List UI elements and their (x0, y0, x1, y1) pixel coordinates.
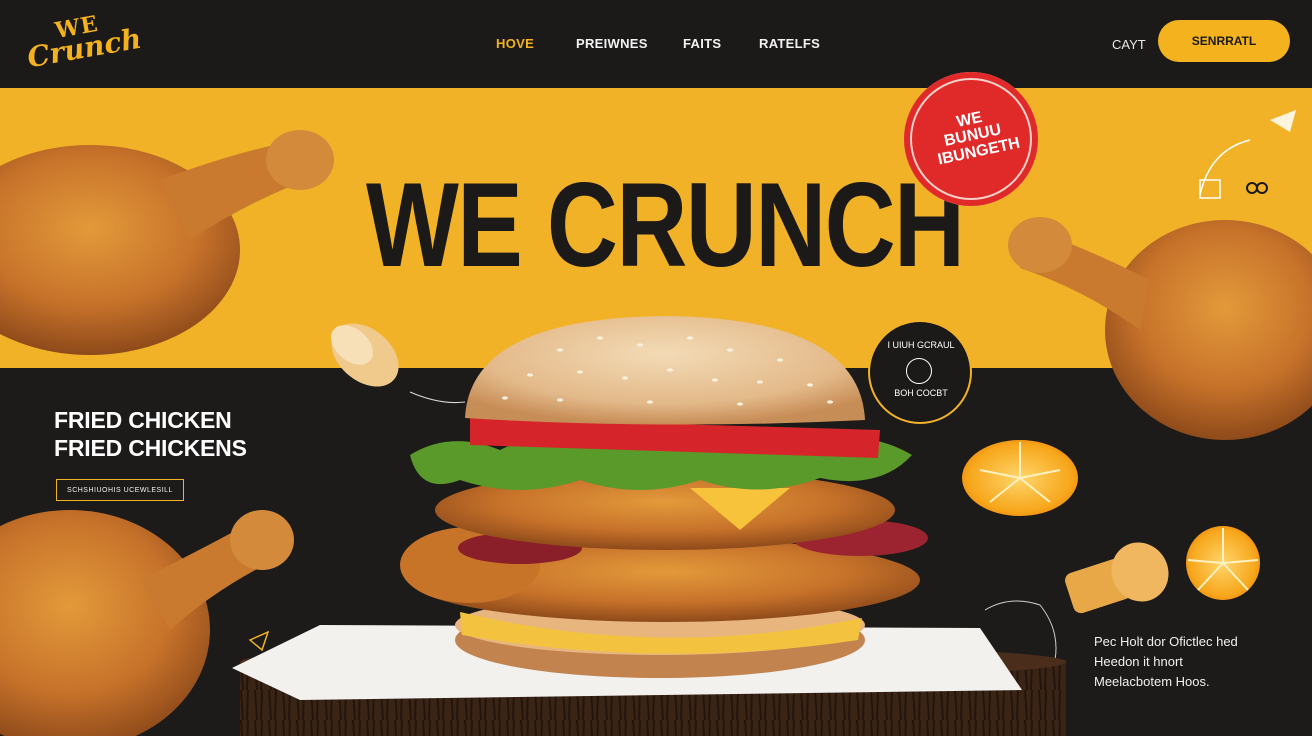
cart-link[interactable]: CAYT (1112, 37, 1146, 52)
orange-slice-small (1186, 526, 1260, 600)
potato-slice-left (330, 323, 399, 387)
nav-item-home[interactable]: HOVE (496, 36, 534, 51)
hero-title: WE CRUNCH (366, 158, 965, 292)
food-artwork (0, 110, 1312, 736)
round-badge: I UIUH GCRAUL BOH COCBT (870, 322, 970, 422)
chicken-drumstick-right (1008, 217, 1312, 440)
nav-item-ratings[interactable]: RATELFS (759, 36, 820, 51)
description-line-1: Pec Holt dor Ofictlec hed (1094, 634, 1238, 649)
burger (400, 316, 928, 678)
description-line-2: Heedon it hnort (1094, 654, 1183, 669)
badge-bottom-text: BOH COCBT (894, 388, 948, 398)
description-text: Pec Holt dor Ofictlec hed Heedon it hnor… (1094, 632, 1238, 692)
heading-line-1: FRIED CHICKEN (54, 407, 232, 433)
tag-button[interactable]: SCHSHIUOHIS UCEWLESILL (56, 479, 184, 501)
paper-plane-icon (1270, 110, 1296, 132)
badge-top-text: I UIUH GCRAUL (887, 340, 955, 350)
swoosh-line (1199, 139, 1251, 196)
chicken-drumstick-top-left (0, 130, 334, 355)
orange-slice-large (962, 440, 1078, 516)
link-icon (1246, 182, 1268, 194)
nav-item-facts[interactable]: FAITS (683, 36, 721, 51)
heading-line-2: FRIED CHICKENS (54, 435, 247, 461)
promo-stamp: WE BUNUU IBUNGETH (904, 72, 1038, 206)
potato-chunks-right (1065, 542, 1169, 614)
nav-item-previews[interactable]: PREIWNES (576, 36, 648, 51)
cta-button[interactable]: SENRRATL (1158, 20, 1290, 62)
section-heading: FRIED CHICKEN FRIED CHICKENS (54, 406, 247, 462)
description-line-3: Meelacbotem Hoos. (1094, 674, 1210, 689)
clock-icon (906, 358, 932, 384)
